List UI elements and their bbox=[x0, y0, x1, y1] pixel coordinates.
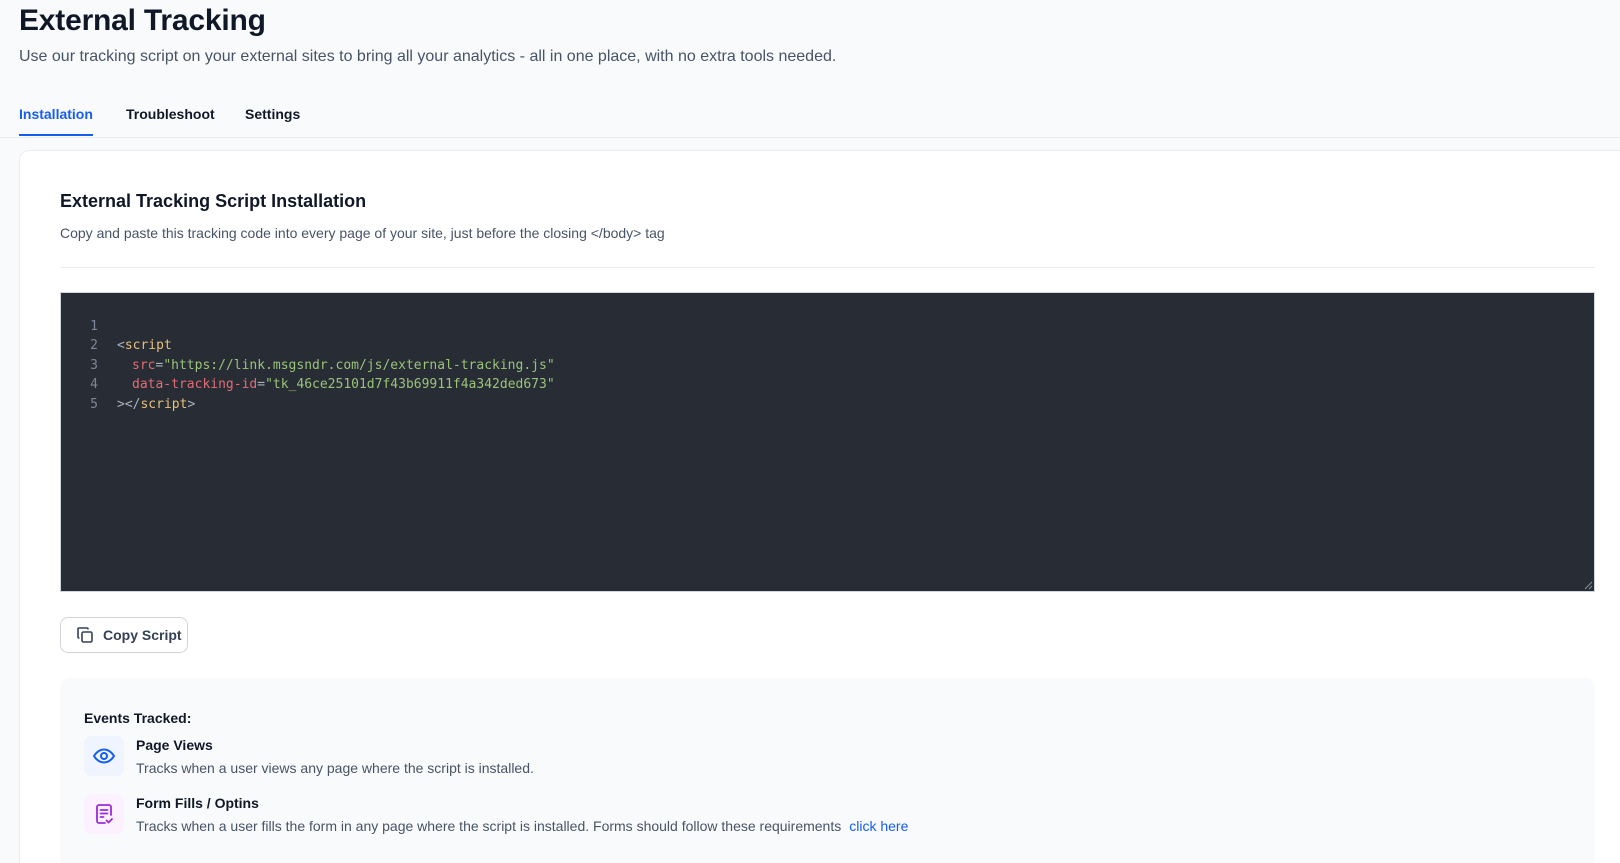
copy-script-button[interactable]: Copy Script bbox=[60, 617, 188, 653]
tab-troubleshoot[interactable]: Troubleshoot bbox=[126, 106, 215, 134]
events-tracked-panel: Events Tracked: Page Views Tracks when a… bbox=[60, 678, 1595, 863]
code-token: ></ bbox=[117, 396, 141, 412]
form-fills-icon-wrap bbox=[84, 794, 124, 834]
form-check-icon bbox=[96, 804, 113, 824]
code-token: script bbox=[140, 396, 188, 412]
event-description: Tracks when a user views any page where … bbox=[136, 760, 534, 776]
code-line: 3 data-tracking-id="tk_46ce25101d7f43b69… bbox=[61, 336, 1594, 393]
installation-description: Copy and paste this tracking code into e… bbox=[60, 225, 665, 241]
events-title: Events Tracked: bbox=[84, 710, 192, 726]
code-token: > bbox=[187, 396, 196, 412]
line-number: 5 bbox=[90, 396, 98, 412]
resize-grip-icon[interactable] bbox=[1583, 580, 1593, 590]
tab-bar: Installation Troubleshoot Settings bbox=[0, 100, 1620, 138]
copy-icon bbox=[77, 627, 93, 643]
code-text: ></script> bbox=[117, 395, 195, 415]
event-description-text: Tracks when a user fills the form in any… bbox=[136, 818, 842, 834]
copy-script-label: Copy Script bbox=[103, 627, 182, 643]
code-line: 4 ></script> bbox=[61, 356, 1594, 412]
code-line: 1 <script bbox=[61, 297, 1594, 354]
code-editor[interactable]: 1 <script 2 src="https://link.msgsndr.co… bbox=[60, 292, 1595, 592]
installation-card: External Tracking Script Installation Co… bbox=[19, 150, 1620, 863]
eye-icon bbox=[93, 748, 115, 764]
page-header: External Tracking bbox=[19, 0, 266, 42]
code-line: 5 bbox=[61, 375, 1594, 412]
page-views-icon-wrap bbox=[84, 736, 124, 776]
tab-installation[interactable]: Installation bbox=[19, 106, 93, 136]
divider bbox=[60, 267, 1595, 268]
event-name: Form Fills / Optins bbox=[136, 795, 259, 811]
tab-settings[interactable]: Settings bbox=[245, 106, 300, 134]
requirements-link[interactable]: click here bbox=[849, 818, 908, 834]
event-description: Tracks when a user fills the form in any… bbox=[136, 818, 908, 834]
page-subtitle: Use our tracking script on your external… bbox=[19, 48, 837, 65]
code-line: 2 src="https://link.msgsndr.com/js/exter… bbox=[61, 317, 1594, 373]
page-title: External Tracking bbox=[19, 4, 266, 37]
event-name: Page Views bbox=[136, 737, 213, 753]
installation-title: External Tracking Script Installation bbox=[60, 191, 367, 211]
